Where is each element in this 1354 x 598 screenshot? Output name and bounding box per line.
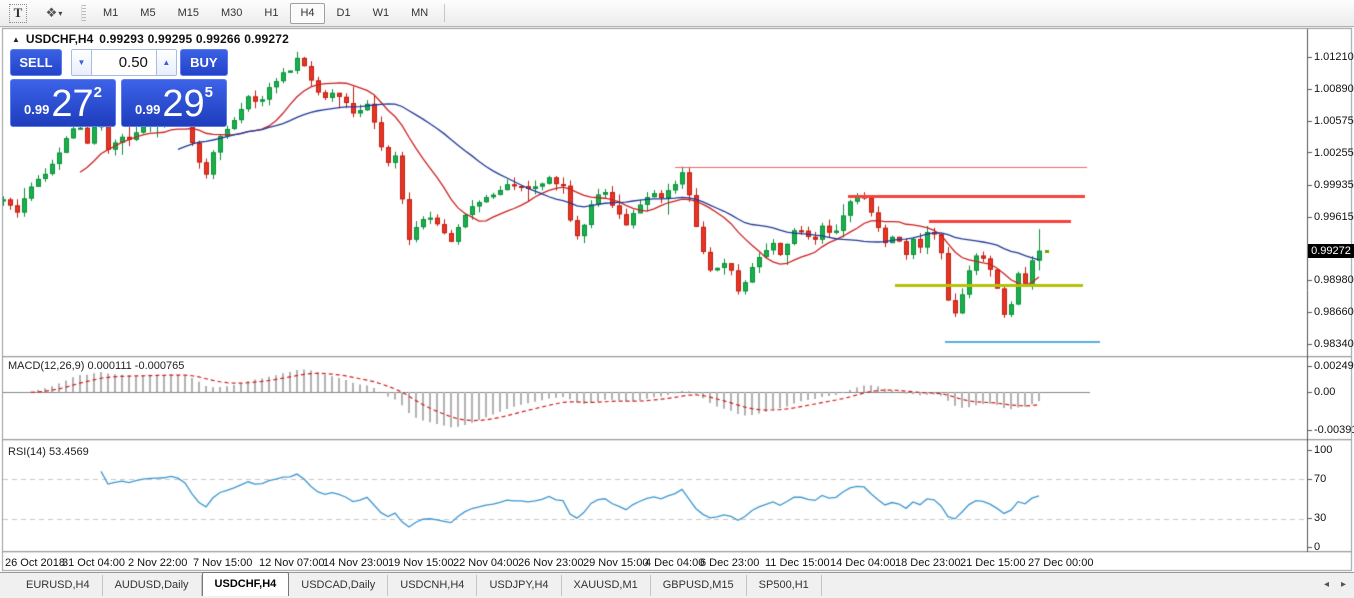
timeframe-m5[interactable]: M5: [130, 3, 165, 24]
current-price-tag: 0.99272: [1308, 244, 1354, 258]
timeframe-group: M1M5M15M30H1H4D1W1MN: [92, 3, 439, 24]
timeframe-m15[interactable]: M15: [168, 3, 209, 24]
indicator-axis-tick: 0.00: [1314, 386, 1335, 398]
spin-up-icon: ▲: [162, 58, 170, 67]
date-axis-tick: 22 Nov 04:00: [453, 557, 518, 569]
indicator-axis-tick: -0.003913: [1314, 424, 1354, 436]
price-axis-tick: 0.98980: [1314, 274, 1354, 286]
date-axis-tick: 29 Nov 15:00: [583, 557, 648, 569]
arrows-tool-button[interactable]: ❖ ▾: [34, 3, 74, 24]
spin-down-icon: ▼: [77, 58, 85, 67]
chart-ohlc-values: 0.99293 0.99295 0.99266 0.99272: [99, 32, 289, 46]
timeframe-h4[interactable]: H4: [290, 3, 324, 24]
sell-price-sup: 2: [94, 84, 102, 101]
price-axis-tick: 1.00255: [1314, 147, 1354, 159]
one-click-trading-panel: SELL ▼ ▲ BUY 0.99 27 2 0.99 29 5: [10, 49, 228, 127]
price-axis-tick: 1.00890: [1314, 83, 1354, 95]
date-axis-tick: 27 Dec 00:00: [1028, 557, 1093, 569]
toolbar-grip[interactable]: [81, 5, 86, 21]
indicator-axis-tick: 0: [1314, 541, 1320, 553]
indicator-axis-tick: 0.002492: [1314, 360, 1354, 372]
tab-usdcnh-h4[interactable]: USDCNH,H4: [388, 575, 477, 596]
chart-symbol: USDCHF,H4: [26, 32, 93, 46]
tab-usdjpy-h4[interactable]: USDJPY,H4: [477, 575, 561, 596]
price-axis-tick: 1.00575: [1314, 115, 1354, 127]
price-axis-tick: 0.98660: [1314, 306, 1354, 318]
date-axis-tick: 11 Dec 15:00: [765, 557, 830, 569]
timeframe-w1[interactable]: W1: [363, 3, 400, 24]
text-tool-button[interactable]: T: [5, 3, 31, 24]
indicator-axis-tick: 70: [1314, 473, 1326, 485]
tab-scroll-left-icon[interactable]: ◂: [1324, 579, 1329, 590]
chart-tabs: EURUSD,H4AUDUSD,DailyUSDCHF,H4USDCAD,Dai…: [0, 572, 822, 596]
buy-price-prefix: 0.99: [135, 102, 160, 117]
sell-price-box[interactable]: 0.99 27 2: [10, 79, 116, 127]
sell-price-big: 27: [51, 87, 93, 121]
date-axis-tick: 7 Nov 15:00: [193, 557, 252, 569]
indicator-axis-tick: 30: [1314, 512, 1326, 524]
date-axis-tick: 18 Dec 23:00: [895, 557, 960, 569]
tab-scroll-right-icon[interactable]: ▸: [1341, 579, 1346, 590]
buy-price-box[interactable]: 0.99 29 5: [121, 79, 227, 127]
date-axis-tick: 4 Dec 04:00: [645, 557, 704, 569]
tab-gbpusd-m15[interactable]: GBPUSD,M15: [651, 575, 747, 596]
date-axis-tick: 14 Nov 23:00: [323, 557, 388, 569]
date-axis-tick: 21 Dec 15:00: [960, 557, 1025, 569]
buy-button[interactable]: BUY: [180, 49, 228, 76]
buy-price-big: 29: [162, 87, 204, 121]
timeframe-m1[interactable]: M1: [93, 3, 128, 24]
date-axis-tick: 12 Nov 07:00: [259, 557, 324, 569]
timeframe-m30[interactable]: M30: [211, 3, 252, 24]
date-axis-tick: 26 Oct 2018: [5, 557, 65, 569]
arrows-tool-icon: ❖: [46, 5, 56, 21]
indicator-axis-tick: 100: [1314, 444, 1332, 456]
volume-input[interactable]: [92, 49, 156, 76]
price-axis-tick: 0.98340: [1314, 338, 1354, 350]
sell-price-prefix: 0.99: [24, 102, 49, 117]
date-axis-tick: 19 Nov 15:00: [388, 557, 453, 569]
chart-title: ▲ USDCHF,H4 0.99293 0.99295 0.99266 0.99…: [12, 32, 289, 46]
buy-price-sup: 5: [205, 84, 213, 101]
chevron-down-icon: ▾: [58, 9, 62, 18]
date-axis-tick: 31 Oct 04:00: [62, 557, 125, 569]
rsi-label: RSI(14) 53.4569: [8, 446, 89, 458]
timeframe-d1[interactable]: D1: [327, 3, 361, 24]
macd-label: MACD(12,26,9) 0.000111 -0.000765: [8, 360, 184, 372]
tab-xauusd-m1[interactable]: XAUUSD,M1: [562, 575, 651, 596]
sell-button[interactable]: SELL: [10, 49, 62, 76]
timeframe-h1[interactable]: H1: [254, 3, 288, 24]
price-axis-tick: 1.01210: [1314, 51, 1354, 63]
volume-decrease-button[interactable]: ▼: [71, 49, 92, 76]
collapse-quotes-icon: ▲: [12, 35, 20, 44]
text-tool-icon: T: [9, 4, 28, 23]
chart-tab-bar: EURUSD,H4AUDUSD,DailyUSDCHF,H4USDCAD,Dai…: [0, 572, 1354, 596]
tab-usdcad-daily[interactable]: USDCAD,Daily: [289, 575, 388, 596]
date-axis-tick: 26 Nov 23:00: [518, 557, 583, 569]
tab-eurusd-h4[interactable]: EURUSD,H4: [14, 575, 103, 596]
tab-sp500-h1[interactable]: SP500,H1: [747, 575, 822, 596]
date-axis-tick: 14 Dec 04:00: [830, 557, 895, 569]
tab-audusd-daily[interactable]: AUDUSD,Daily: [103, 575, 202, 596]
timeframe-mn[interactable]: MN: [401, 3, 438, 24]
toolbar-separator: [444, 4, 445, 22]
volume-increase-button[interactable]: ▲: [156, 49, 177, 76]
price-axis-tick: 0.99935: [1314, 179, 1354, 191]
date-axis-tick: 6 Dec 23:00: [700, 557, 759, 569]
tab-usdchf-h4[interactable]: USDCHF,H4: [202, 572, 290, 596]
price-axis-tick: 0.99615: [1314, 211, 1354, 223]
toolbar: T ❖ ▾ M1M5M15M30H1H4D1W1MN: [0, 0, 1354, 27]
date-axis-tick: 2 Nov 22:00: [128, 557, 187, 569]
